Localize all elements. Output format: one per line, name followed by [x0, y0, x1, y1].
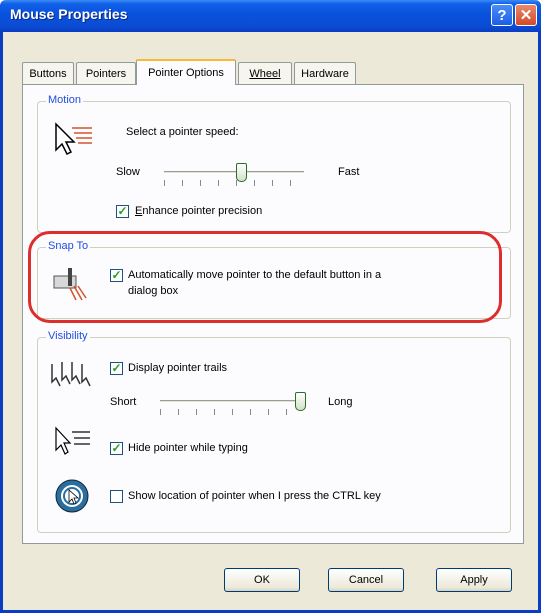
pointer-speed-icon — [55, 122, 92, 156]
ok-button-label: OK — [254, 574, 270, 586]
tab-pointer-options[interactable]: Pointer Options — [136, 59, 236, 85]
hide-pointer-checkbox[interactable]: ✓ — [110, 442, 123, 455]
visibility-group: Visibility ✓ Display pointer trails Shor… — [37, 330, 511, 533]
tab-label: Buttons — [29, 67, 67, 80]
motion-group: Motion Select a pointer speed: Slow Fast… — [37, 94, 511, 233]
show-location-label: Show location of pointer when I press th… — [128, 490, 381, 502]
short-label: Short — [110, 396, 137, 408]
trails-slider-track[interactable] — [160, 400, 300, 403]
tab-label: Pointers — [85, 67, 127, 80]
speed-slider-thumb[interactable] — [236, 163, 247, 182]
fast-label: Fast — [338, 166, 360, 178]
cancel-button-label: Cancel — [348, 574, 384, 586]
hide-pointer-icon — [55, 426, 90, 455]
title-bar[interactable]: Mouse Properties ? ✕ — [0, 0, 541, 32]
tab-wheel[interactable]: Wheel — [238, 62, 292, 84]
speed-slider-ticks — [164, 180, 305, 186]
motion-group-label: Motion — [46, 94, 84, 106]
speed-prompt: Select a pointer speed: — [126, 126, 239, 138]
apply-button-label: Apply — [460, 574, 488, 586]
tab-pointers[interactable]: Pointers — [76, 62, 136, 84]
enhance-precision-checkbox[interactable]: ✓ — [116, 205, 129, 218]
enhance-precision-label: Enhance pointer precision — [135, 205, 263, 217]
pointer-trails-label: Display pointer trails — [128, 362, 228, 374]
trails-slider-ticks — [160, 409, 301, 415]
apply-button[interactable]: Apply — [436, 568, 512, 592]
tab-label: Wheel — [249, 67, 281, 80]
pointer-trails-icon — [51, 362, 91, 387]
window-title: Mouse Properties — [10, 6, 128, 22]
show-location-icon — [55, 479, 89, 513]
ok-button[interactable]: OK — [224, 568, 300, 592]
show-location-checkbox[interactable] — [110, 490, 123, 503]
tab-label: Hardware — [301, 67, 349, 80]
snap-to-highlight-annotation — [28, 231, 502, 323]
check-icon: ✓ — [117, 204, 128, 218]
trails-slider-thumb[interactable] — [295, 392, 306, 411]
tab-buttons[interactable]: Buttons — [22, 62, 74, 84]
tab-label: Pointer Options — [148, 67, 224, 79]
speed-slider-track[interactable] — [164, 171, 304, 174]
close-icon: ✕ — [519, 7, 533, 24]
pointer-trails-checkbox[interactable]: ✓ — [110, 362, 123, 375]
visibility-group-label: Visibility — [46, 330, 90, 342]
cancel-button[interactable]: Cancel — [328, 568, 404, 592]
help-icon: ? — [497, 6, 507, 24]
help-button[interactable]: ? — [491, 4, 513, 26]
close-button[interactable]: ✕ — [515, 4, 537, 26]
hide-pointer-label: Hide pointer while typing — [128, 442, 248, 454]
long-label: Long — [328, 396, 353, 408]
slow-label: Slow — [116, 166, 140, 178]
check-icon: ✓ — [111, 361, 122, 375]
tab-hardware[interactable]: Hardware — [294, 62, 356, 84]
check-icon: ✓ — [111, 441, 122, 455]
